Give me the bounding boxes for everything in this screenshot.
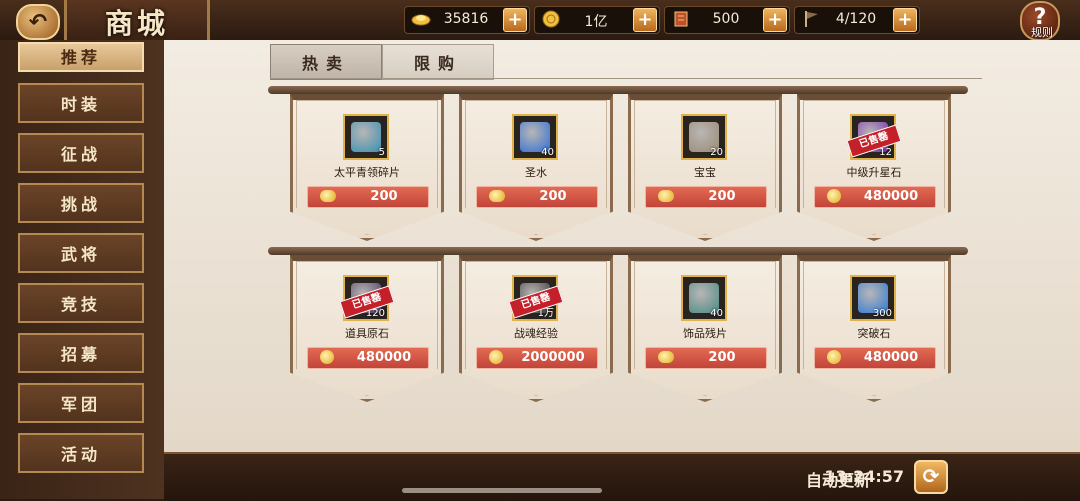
buy-button[interactable]: 2000000 <box>476 347 598 369</box>
page-title: 商城 <box>104 7 169 40</box>
resource-banner: 4/120 + <box>794 6 920 34</box>
gold-ingot-icon <box>658 190 674 202</box>
sidebar-item-events[interactable]: 活动 <box>18 433 144 473</box>
item-icon[interactable]: 120 已售罄 <box>339 275 395 321</box>
shop-item-card[interactable]: 1万 已售罄战魂经验 2000000 <box>459 255 613 402</box>
coin-icon <box>320 350 334 364</box>
buy-button[interactable]: 200 <box>476 186 598 208</box>
item-art <box>351 122 381 152</box>
refresh-icon[interactable]: ⟳ <box>914 460 948 494</box>
item-price: 200 <box>370 189 398 204</box>
buy-button[interactable]: 480000 <box>814 347 936 369</box>
item-name: 道具原石 <box>345 327 389 340</box>
item-price: 200 <box>708 189 736 204</box>
sidebar-item-fashion[interactable]: 时装 <box>18 83 144 123</box>
item-count: 12 <box>879 147 892 158</box>
hanging-rod <box>268 86 968 94</box>
add-gold-button[interactable]: + <box>503 8 527 32</box>
sidebar-item-generals[interactable]: 武将 <box>18 233 144 273</box>
item-price: 200 <box>708 350 736 365</box>
item-price: 2000000 <box>521 350 585 365</box>
hanging-rod <box>268 247 968 255</box>
shop-item-card[interactable]: 20 宝宝 200 <box>628 94 782 241</box>
buy-button[interactable]: 200 <box>645 347 767 369</box>
item-count: 5 <box>378 147 385 158</box>
item-icon[interactable]: 5 <box>343 114 389 160</box>
resource-value: 1亿 <box>584 14 608 30</box>
item-name: 突破石 <box>857 327 891 340</box>
item-icon[interactable]: 20 <box>681 114 727 160</box>
item-count: 40 <box>710 308 723 319</box>
item-price: 480000 <box>356 350 412 365</box>
add-coin-button[interactable]: + <box>633 8 657 32</box>
resource-token: 500 + <box>664 6 790 34</box>
home-indicator <box>402 488 602 493</box>
resource-coin: 1亿 + <box>534 6 660 34</box>
tab-limited[interactable]: 限购 <box>382 44 494 80</box>
coin-icon <box>827 350 841 364</box>
item-icon[interactable]: 40 <box>681 275 727 321</box>
back-arrow-icon[interactable]: ↶ <box>16 4 60 40</box>
item-name: 战魂经验 <box>514 327 558 340</box>
item-icon[interactable]: 40 <box>512 114 558 160</box>
tab-hot-sale[interactable]: 热卖 <box>270 44 382 80</box>
item-count: 300 <box>872 308 892 319</box>
resource-value: 4/120 <box>835 11 877 27</box>
shop-item-card[interactable]: 120 已售罄道具原石 480000 <box>290 255 444 402</box>
sidebar-item-legion[interactable]: 军团 <box>18 383 144 423</box>
gold-ingot-icon <box>658 351 674 363</box>
item-count: 40 <box>541 147 554 158</box>
gold-ingot-icon <box>411 10 431 28</box>
refresh-timer: 13:24:57 <box>824 467 904 486</box>
item-count: 20 <box>710 147 723 158</box>
item-name: 中级升星石 <box>846 166 902 179</box>
coin-icon <box>489 350 503 364</box>
gold-ingot-icon <box>489 190 505 202</box>
sidebar-item-recruit[interactable]: 招募 <box>18 333 144 373</box>
resource-gold-ingot: 35816 + <box>404 6 530 34</box>
bottom-bar: 自动更新 13:24:57 ⟳ <box>164 452 1080 501</box>
sidebar-item-campaign[interactable]: 征战 <box>18 133 144 173</box>
shop-item-card[interactable]: 40 圣水 200 <box>459 94 613 241</box>
sidebar: 推荐 时装 征战 挑战 武将 竞技 招募 军团 活动 <box>0 40 167 499</box>
coin-icon <box>541 10 561 28</box>
help-label[interactable]: 规则 <box>1024 24 1060 40</box>
add-token-button[interactable]: + <box>763 8 787 32</box>
item-name: 太平青领碎片 <box>334 166 400 179</box>
item-name: 圣水 <box>525 166 547 179</box>
shop-content: 热卖 限购 5 太平青领碎片 200 40 圣水 200 20 宝宝 200 12 已售罄中级升星石… <box>164 40 1080 452</box>
title-plate: 商城 <box>64 0 210 40</box>
item-price: 200 <box>539 189 567 204</box>
buy-button[interactable]: 480000 <box>814 186 936 208</box>
buy-button[interactable]: 480000 <box>307 347 429 369</box>
shop-item-card[interactable]: 300 突破石 480000 <box>797 255 951 402</box>
sidebar-item-arena[interactable]: 竞技 <box>18 283 144 323</box>
item-name: 饰品残片 <box>683 327 727 340</box>
buy-button[interactable]: 200 <box>307 186 429 208</box>
item-icon[interactable]: 300 <box>850 275 896 321</box>
sidebar-item-recommend[interactable]: 推荐 <box>18 42 144 72</box>
item-price: 480000 <box>863 350 919 365</box>
shop-item-card[interactable]: 5 太平青领碎片 200 <box>290 94 444 241</box>
resource-value: 35816 <box>443 11 489 27</box>
token-icon <box>671 10 691 28</box>
sidebar-item-challenge[interactable]: 挑战 <box>18 183 144 223</box>
tab-divider <box>270 78 982 79</box>
gold-ingot-icon <box>320 190 336 202</box>
item-name: 宝宝 <box>694 166 716 179</box>
top-bar: ↶ 商城 35816 + 1亿 + 500 + 4/120 + ? 规则 <box>0 0 1080 42</box>
resource-value: 500 <box>712 11 740 27</box>
shop-item-card[interactable]: 40 饰品残片 200 <box>628 255 782 402</box>
banner-icon <box>801 10 821 28</box>
buy-button[interactable]: 200 <box>645 186 767 208</box>
item-price: 480000 <box>863 189 919 204</box>
item-icon[interactable]: 1万 已售罄 <box>508 275 564 321</box>
shop-item-card[interactable]: 12 已售罄中级升星石 480000 <box>797 94 951 241</box>
add-banner-button[interactable]: + <box>893 8 917 32</box>
item-icon[interactable]: 12 已售罄 <box>846 114 902 160</box>
coin-icon <box>827 189 841 203</box>
